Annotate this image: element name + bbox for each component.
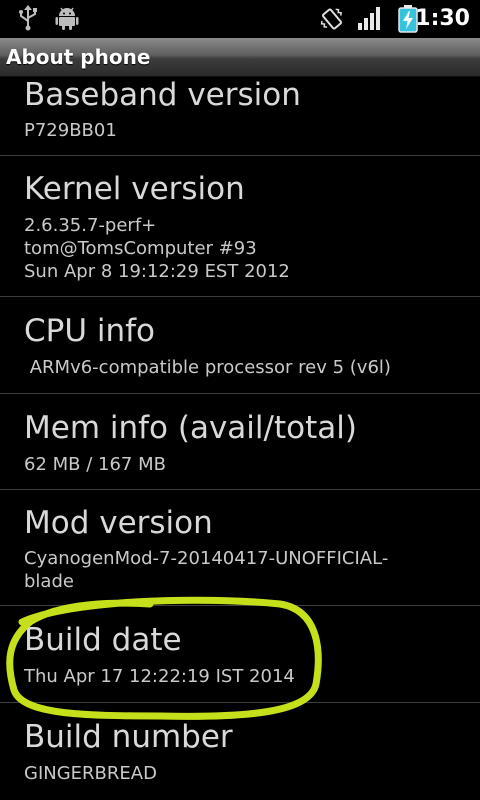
- vibrate-icon: [320, 8, 343, 30]
- list-item-build-number[interactable]: Build number GINGERBREAD: [0, 703, 480, 800]
- item-summary: P729BB01: [24, 120, 117, 141]
- status-time: 1:30: [415, 6, 470, 31]
- item-summary: ARMv6-compatible processor rev 5 (v6l): [24, 357, 391, 378]
- android-debug-icon: [55, 7, 79, 30]
- usb-icon: [19, 5, 37, 31]
- signal-icon: [358, 7, 380, 30]
- item-title: Baseband version: [24, 77, 301, 113]
- page-title: About phone: [6, 45, 151, 69]
- list-item-mod-version[interactable]: Mod version CyanogenMod-7-20140417-UNOFF…: [0, 490, 480, 605]
- list-item-mem-info[interactable]: Mem info (avail/total) 62 MB / 167 MB: [0, 394, 480, 489]
- item-title: CPU info: [24, 313, 156, 349]
- item-title: Mem info (avail/total): [24, 410, 357, 446]
- list-item-build-date[interactable]: Build date Thu Apr 17 12:22:19 IST 2014: [0, 606, 480, 702]
- status-bar: 1:30: [0, 0, 480, 38]
- item-summary: 2.6.35.7-perf+ tom@TomsComputer #93 Sun …: [24, 215, 290, 282]
- list-item-kernel-version[interactable]: Kernel version 2.6.35.7-perf+ tom@TomsCo…: [0, 156, 480, 296]
- item-summary: 62 MB / 167 MB: [24, 454, 166, 475]
- item-title: Mod version: [24, 505, 213, 541]
- item-summary: GINGERBREAD: [24, 763, 157, 784]
- item-summary: CyanogenMod-7-20140417-UNOFFICIAL- blade: [24, 548, 389, 592]
- item-title: Kernel version: [24, 171, 245, 207]
- list-item-baseband-version[interactable]: Baseband version P729BB01: [0, 77, 480, 147]
- item-title: Build date: [24, 622, 182, 658]
- item-title: Build number: [24, 719, 233, 755]
- about-phone-list[interactable]: Baseband version P729BB01 Kernel version…: [0, 77, 480, 800]
- list-item-cpu-info[interactable]: CPU info ARMv6-compatible processor rev …: [0, 297, 480, 393]
- item-summary: Thu Apr 17 12:22:19 IST 2014: [24, 666, 295, 687]
- title-bar: About phone: [0, 38, 480, 77]
